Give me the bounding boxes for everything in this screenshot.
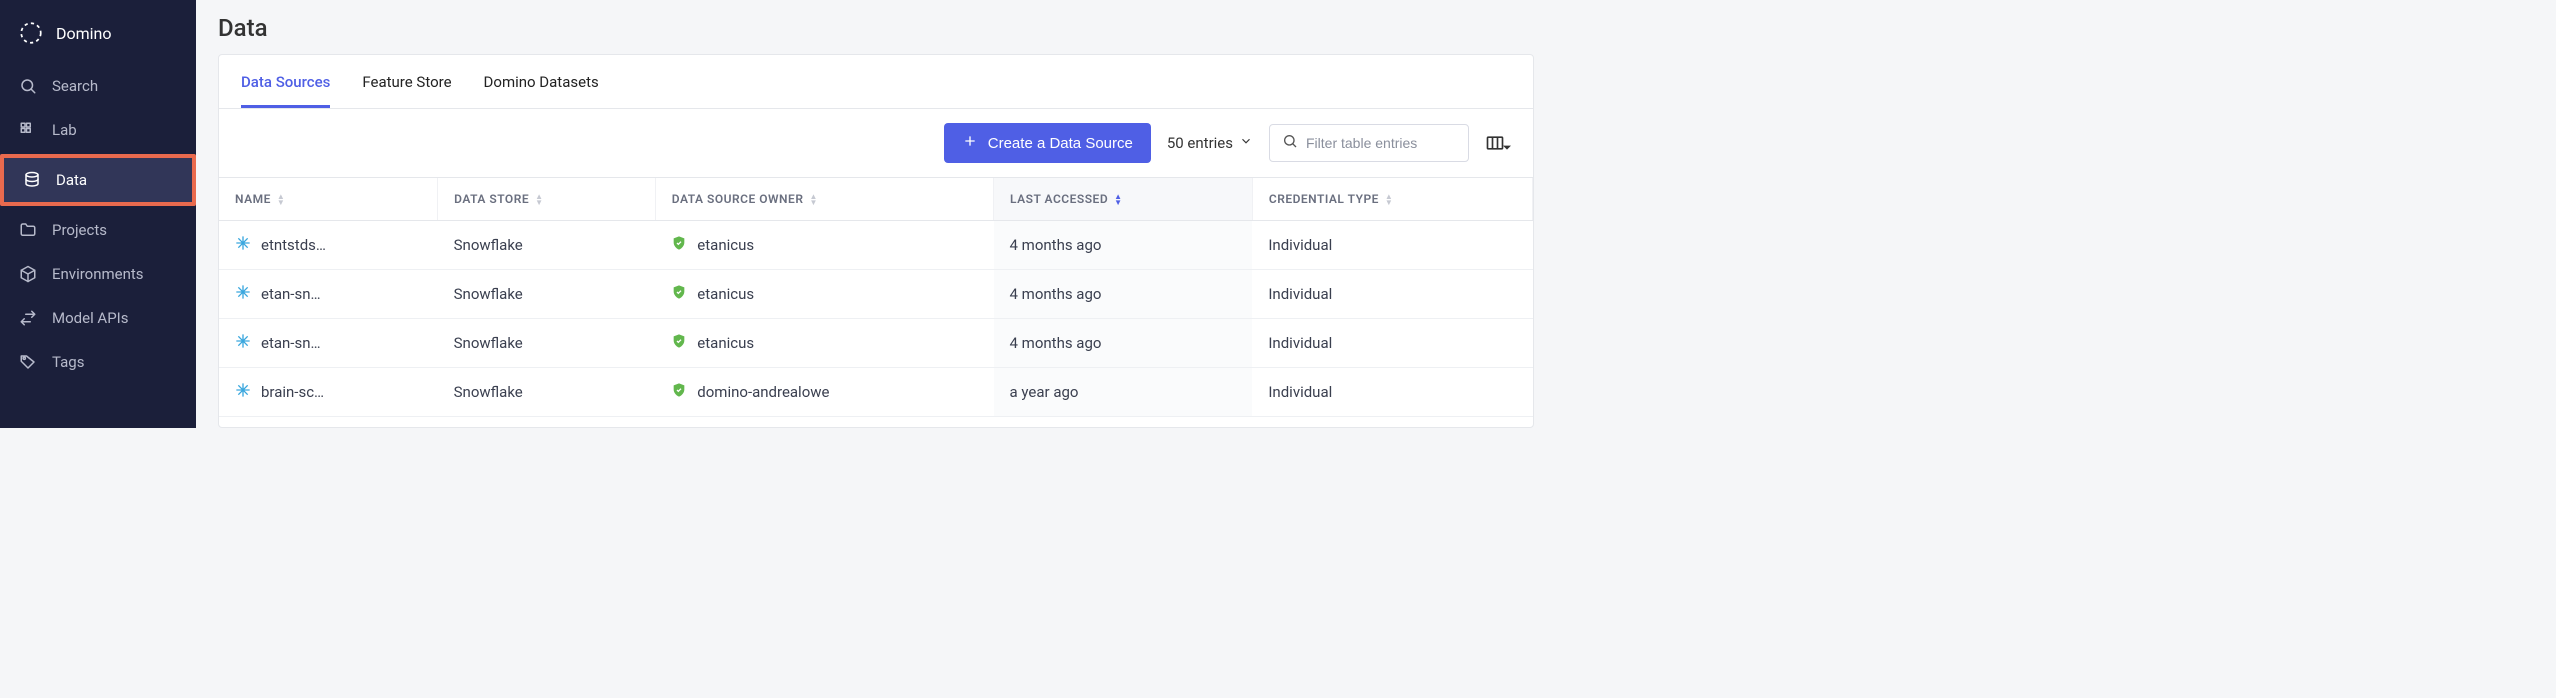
sort-icon: ▲▼: [1385, 194, 1393, 206]
column-header-data-store[interactable]: DATA STORE▲▼: [438, 178, 656, 221]
sidebar-item-label: Environments: [52, 265, 144, 283]
nav: Search Lab Data Projects Environments Model A…: [0, 64, 196, 384]
snowflake-icon: [235, 333, 251, 353]
snowflake-icon: [235, 284, 251, 304]
table-row[interactable]: etntstds… Snowflake etanicus 4 months ag…: [219, 221, 1533, 270]
row-last-accessed: a year ago: [994, 368, 1253, 417]
table-row[interactable]: etan-sn… Snowflake etanicus 4 months ago…: [219, 319, 1533, 368]
shield-icon: [671, 284, 687, 304]
folder-icon: [18, 220, 38, 240]
snowflake-icon: [235, 235, 251, 255]
row-owner: etanicus: [697, 285, 754, 303]
sidebar-item-search[interactable]: Search: [0, 64, 196, 108]
row-last-accessed: 4 months ago: [994, 221, 1253, 270]
filter-input-wrapper[interactable]: [1269, 124, 1469, 162]
snowflake-icon: [235, 382, 251, 402]
row-store: Snowflake: [438, 319, 656, 368]
sidebar-item-label: Model APIs: [52, 309, 129, 327]
panel: Data Sources Feature Store Domino Datasets…: [218, 54, 1534, 428]
data-sources-table: NAME▲▼DATA STORE▲▼DATA SOURCE OWNER▲▼LAS…: [219, 178, 1533, 417]
main: Data Data Sources Feature Store Domino Dat…: [196, 0, 1556, 428]
row-credential-type: Individual: [1252, 368, 1532, 417]
search-icon: [18, 76, 38, 96]
sidebar-item-label: Projects: [52, 221, 107, 239]
row-name: etntstds…: [261, 236, 326, 254]
sort-icon: ▲▼: [809, 194, 817, 206]
tab-feature-store[interactable]: Feature Store: [362, 73, 451, 108]
column-header-name[interactable]: NAME▲▼: [219, 178, 438, 221]
row-store: Snowflake: [438, 368, 656, 417]
row-owner: etanicus: [697, 334, 754, 352]
table-row[interactable]: etan-sn… Snowflake etanicus 4 months ago…: [219, 270, 1533, 319]
sidebar-item-label: Tags: [52, 353, 84, 371]
tabs: Data Sources Feature Store Domino Datasets: [219, 55, 1533, 109]
entries-label: 50 entries: [1167, 134, 1233, 152]
row-last-accessed: 4 months ago: [994, 319, 1253, 368]
column-header-data-source-owner[interactable]: DATA SOURCE OWNER▲▼: [655, 178, 993, 221]
row-owner: etanicus: [697, 236, 754, 254]
row-name: etan-sn…: [261, 334, 321, 352]
sort-icon: ▲▼: [1114, 194, 1122, 206]
grid-icon: [18, 120, 38, 140]
plus-icon: [962, 133, 978, 153]
filter-input[interactable]: [1306, 135, 1456, 151]
row-store: Snowflake: [438, 221, 656, 270]
sidebar-item-label: Lab: [52, 121, 77, 139]
toolbar: Create a Data Source 50 entries: [219, 109, 1533, 178]
tab-domino-datasets[interactable]: Domino Datasets: [484, 73, 599, 108]
sidebar-item-projects[interactable]: Projects: [0, 208, 196, 252]
sidebar-item-data[interactable]: Data: [4, 158, 192, 202]
sidebar: Domino Search Lab Data Projects Environments…: [0, 0, 196, 428]
search-icon: [1282, 133, 1298, 153]
sort-icon: ▲▼: [277, 194, 285, 206]
entries-selector[interactable]: 50 entries: [1167, 134, 1253, 152]
sidebar-item-model-apis[interactable]: Model APIs: [0, 296, 196, 340]
table-row[interactable]: brain-sc… Snowflake domino-andrealowe a …: [219, 368, 1533, 417]
sidebar-item-label: Search: [52, 77, 98, 95]
row-credential-type: Individual: [1252, 221, 1532, 270]
chevron-down-icon: [1239, 134, 1253, 152]
brand-logo-icon: [18, 20, 44, 46]
row-last-accessed: 4 months ago: [994, 270, 1253, 319]
column-header-credential-type[interactable]: CREDENTIAL TYPE▲▼: [1252, 178, 1532, 221]
sidebar-item-environments[interactable]: Environments: [0, 252, 196, 296]
create-data-source-button[interactable]: Create a Data Source: [944, 123, 1151, 163]
sort-icon: ▲▼: [535, 194, 543, 206]
sidebar-item-tags[interactable]: Tags: [0, 340, 196, 384]
shield-icon: [671, 333, 687, 353]
database-icon: [22, 170, 42, 190]
tag-icon: [18, 352, 38, 372]
sidebar-item-lab[interactable]: Lab: [0, 108, 196, 152]
brand-name: Domino: [56, 24, 112, 43]
row-name: brain-sc…: [261, 383, 324, 401]
cube-icon: [18, 264, 38, 284]
column-picker-button[interactable]: [1485, 133, 1511, 153]
brand: Domino: [0, 6, 196, 64]
column-header-last-accessed[interactable]: LAST ACCESSED▲▼: [994, 178, 1253, 221]
row-store: Snowflake: [438, 270, 656, 319]
sidebar-item-label: Data: [56, 171, 87, 189]
swap-icon: [18, 308, 38, 328]
row-credential-type: Individual: [1252, 319, 1532, 368]
shield-icon: [671, 235, 687, 255]
create-button-label: Create a Data Source: [988, 135, 1133, 152]
row-owner: domino-andrealowe: [697, 383, 829, 401]
page-title: Data: [196, 0, 1556, 54]
tab-data-sources[interactable]: Data Sources: [241, 73, 330, 108]
row-credential-type: Individual: [1252, 270, 1532, 319]
shield-icon: [671, 382, 687, 402]
row-name: etan-sn…: [261, 285, 321, 303]
